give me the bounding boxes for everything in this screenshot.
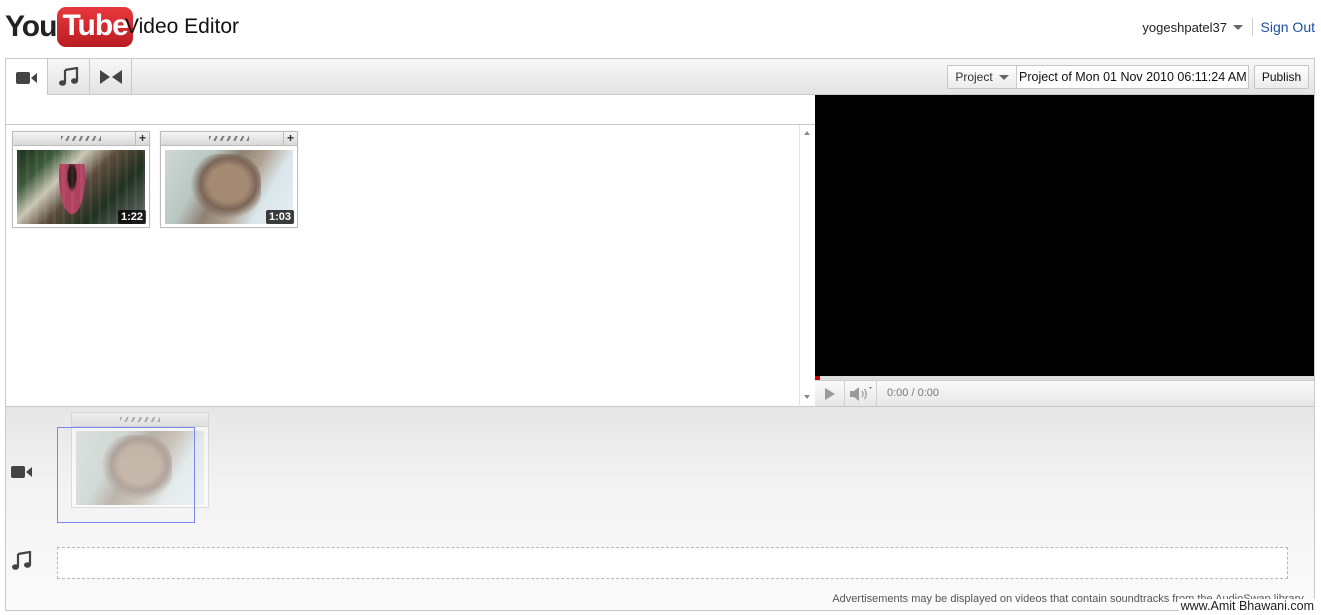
grip-icon <box>120 417 160 422</box>
volume-button[interactable] <box>845 381 877 406</box>
clip-library: + 1:22 + 1:03 <box>6 125 799 405</box>
toolbar: Project Project of Mon 01 Nov 2010 06:11… <box>6 59 1314 96</box>
video-camera-icon <box>15 71 37 84</box>
publish-button[interactable]: Publish <box>1254 65 1309 89</box>
clip-duration: 1:03 <box>265 210 294 224</box>
chevron-down-icon <box>998 74 1009 80</box>
grip-icon <box>61 136 101 141</box>
add-clip-icon[interactable]: + <box>135 132 149 145</box>
username: yogeshpatel37 <box>1142 20 1227 35</box>
header: You Tube Video Editor yogeshpatel37 Sign… <box>0 0 1321 58</box>
project-name-input[interactable]: Project of Mon 01 Nov 2010 06:11:24 AM P <box>1017 65 1249 89</box>
grip-icon <box>209 136 249 141</box>
clip-duration: 1:22 <box>117 210 146 224</box>
library-header-strip <box>6 95 815 125</box>
logo-you-text: You <box>5 10 57 43</box>
video-camera-icon <box>11 466 32 478</box>
header-divider <box>1252 18 1253 36</box>
watermark: www.Amit Bhawani.com <box>1178 599 1316 613</box>
editor-frame: Project Project of Mon 01 Nov 2010 06:11… <box>5 58 1315 611</box>
clip-drag-handle[interactable]: + <box>161 132 297 146</box>
timeline: Advertisements may be displayed on video… <box>6 406 1314 610</box>
user-menu[interactable]: yogeshpatel37 <box>1142 20 1243 35</box>
tab-video[interactable] <box>6 59 48 96</box>
project-label: Project <box>955 70 993 84</box>
youtube-logo[interactable]: You Tube <box>5 7 133 47</box>
page-title: Video Editor <box>125 15 240 38</box>
music-note-icon <box>58 67 78 86</box>
play-icon <box>824 387 835 400</box>
project-dropdown-button[interactable]: Project <box>947 65 1017 89</box>
scroll-down-icon[interactable] <box>804 395 810 399</box>
tab-transitions[interactable] <box>90 59 132 95</box>
player-controls: 0:00 / 0:00 <box>815 380 1314 406</box>
transition-bowtie-icon <box>99 70 122 84</box>
play-button[interactable] <box>815 381 845 406</box>
scroll-up-icon[interactable] <box>804 131 810 135</box>
time-display: 0:00 / 0:00 <box>887 387 939 399</box>
video-track-drop-target[interactable] <box>57 427 195 523</box>
clip-drag-handle[interactable]: + <box>13 132 149 146</box>
library-scrollbar[interactable] <box>799 125 815 405</box>
volume-icon <box>849 386 872 401</box>
sign-out-link[interactable]: Sign Out <box>1261 19 1315 35</box>
music-note-icon <box>12 551 32 570</box>
audio-track-drop-target[interactable] <box>57 547 1288 579</box>
library-clip[interactable]: + 1:03 <box>160 131 298 228</box>
chevron-down-icon <box>1233 25 1243 30</box>
add-clip-icon[interactable]: + <box>283 132 297 145</box>
library-clip[interactable]: + 1:22 <box>12 131 150 228</box>
tab-audio[interactable] <box>48 59 90 95</box>
logo-tube-text: Tube <box>57 7 133 47</box>
clip-drag-handle[interactable] <box>72 413 208 427</box>
video-player[interactable] <box>815 95 1314 376</box>
